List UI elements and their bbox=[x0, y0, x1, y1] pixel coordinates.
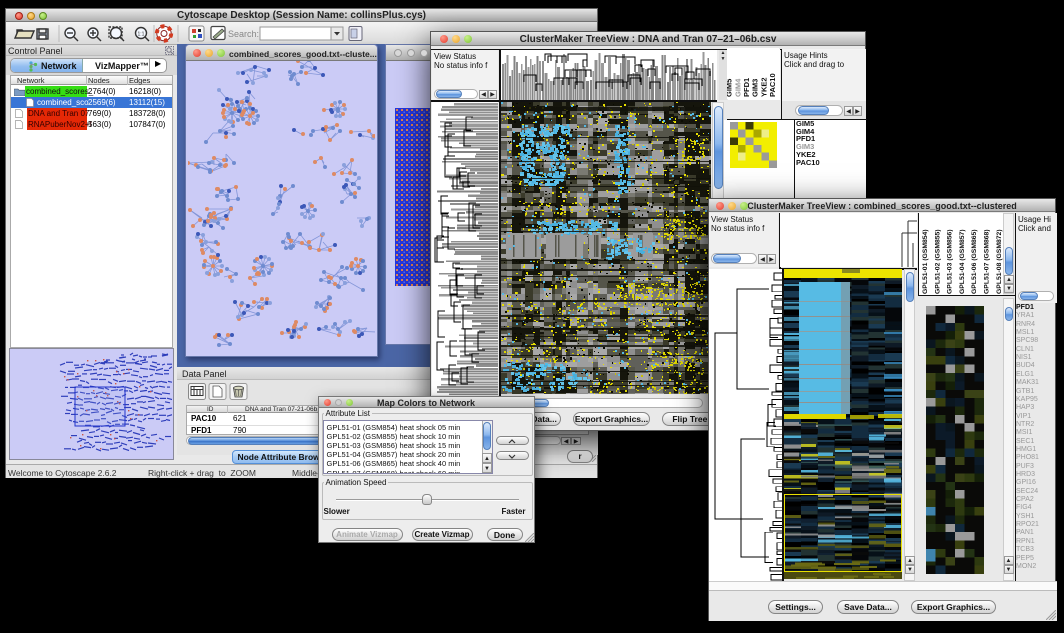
svg-text:1:1: 1:1 bbox=[138, 32, 145, 38]
svg-text:Search:: Search: bbox=[228, 29, 259, 39]
